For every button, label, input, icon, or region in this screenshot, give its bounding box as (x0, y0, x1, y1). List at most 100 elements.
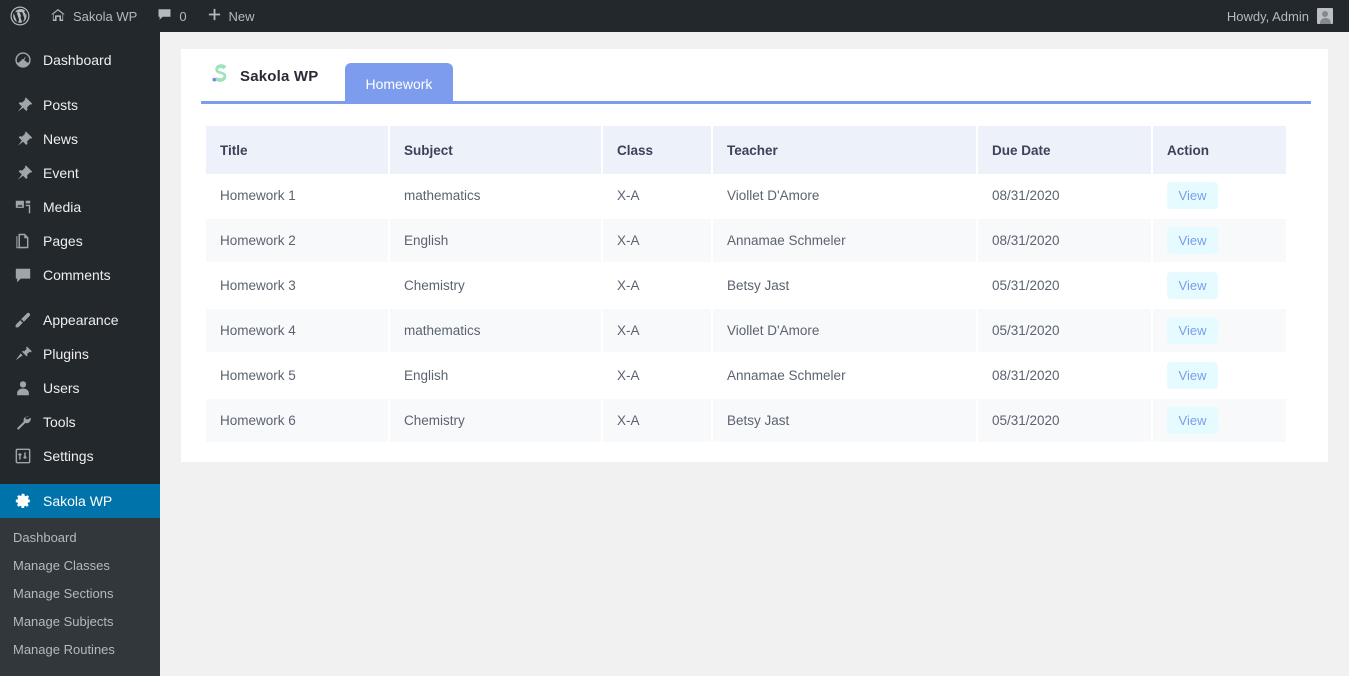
sidebar-item-pages[interactable]: Pages (0, 224, 160, 258)
account-menu[interactable]: Howdy, Admin (1227, 8, 1349, 24)
sidebar-spacer-top (0, 32, 160, 43)
view-button[interactable]: View (1167, 407, 1218, 434)
sidebar-item-plugins[interactable]: Plugins (0, 337, 160, 371)
sidebar-item-news[interactable]: News (0, 122, 160, 156)
sidebar-item-comments[interactable]: Comments (0, 258, 160, 292)
table-row: Homework 1 mathematics X-A Viollet D'Amo… (206, 174, 1286, 218)
tab-bar-underline (201, 101, 1311, 104)
sidebar-item-dashboard[interactable]: Dashboard (0, 43, 160, 77)
tab-bar: Sakola WP Homework (181, 49, 1328, 104)
submenu-item-manage-subjects[interactable]: Manage Subjects (0, 608, 160, 636)
tab-homework[interactable]: Homework (345, 63, 454, 104)
view-button[interactable]: View (1167, 182, 1218, 209)
plug-icon (13, 344, 33, 364)
comments-button[interactable]: 0 (147, 0, 196, 32)
cell-teacher: Viollet D'Amore (712, 308, 977, 353)
cell-title: Homework 4 (206, 308, 389, 353)
comment-bubble-icon (157, 7, 172, 25)
settings-sliders-icon (13, 446, 33, 466)
cell-teacher: Viollet D'Amore (712, 174, 977, 218)
table-row: Homework 3 Chemistry X-A Betsy Jast 05/3… (206, 263, 1286, 308)
cell-title: Homework 3 (206, 263, 389, 308)
admin-sidebar: Dashboard Posts News Event (0, 32, 160, 667)
cell-title: Homework 6 (206, 398, 389, 443)
sidebar-item-label: Users (43, 380, 80, 396)
sidebar-item-users[interactable]: Users (0, 371, 160, 405)
sidebar-item-label: Settings (43, 448, 94, 464)
view-button[interactable]: View (1167, 272, 1218, 299)
sidebar-item-tools[interactable]: Tools (0, 405, 160, 439)
plus-icon (207, 7, 222, 25)
wordpress-logo-icon (10, 6, 30, 26)
cell-subject: mathematics (389, 308, 602, 353)
submenu-item-manage-classes[interactable]: Manage Classes (0, 552, 160, 580)
comments-count: 0 (179, 9, 186, 24)
wrench-icon (13, 412, 33, 432)
howdy-label: Howdy, Admin (1227, 9, 1309, 24)
column-header-class[interactable]: Class (602, 126, 712, 174)
cell-class: X-A (602, 263, 712, 308)
home-icon (50, 7, 66, 26)
column-header-subject[interactable]: Subject (389, 126, 602, 174)
sidebar-item-label: Pages (43, 233, 83, 249)
cell-teacher: Betsy Jast (712, 263, 977, 308)
cell-action: View (1152, 398, 1286, 443)
media-icon (13, 197, 33, 217)
submenu-item-manage-routines[interactable]: Manage Routines (0, 636, 160, 664)
cell-action: View (1152, 308, 1286, 353)
cell-due-date: 08/31/2020 (977, 218, 1152, 263)
pin-icon (13, 129, 33, 149)
submenu-item-manage-sections[interactable]: Manage Sections (0, 580, 160, 608)
site-name-label: Sakola WP (73, 9, 137, 24)
sidebar-item-sakola-wp[interactable]: Sakola WP (0, 484, 160, 518)
sidebar-item-media[interactable]: Media (0, 190, 160, 224)
cell-class: X-A (602, 398, 712, 443)
user-icon (13, 378, 33, 398)
sidebar-item-appearance[interactable]: Appearance (0, 303, 160, 337)
cell-subject: Chemistry (389, 263, 602, 308)
cell-subject: English (389, 353, 602, 398)
table-row: Homework 5 English X-A Annamae Schmeler … (206, 353, 1286, 398)
sakola-wp-submenu: Dashboard Manage Classes Manage Sections… (0, 518, 160, 676)
cell-subject: Chemistry (389, 398, 602, 443)
cell-title: Homework 5 (206, 353, 389, 398)
column-header-action[interactable]: Action (1152, 126, 1286, 174)
cell-teacher: Betsy Jast (712, 398, 977, 443)
sidebar-spacer-2 (0, 292, 160, 303)
new-content-button[interactable]: New (197, 0, 265, 32)
sidebar-item-event[interactable]: Event (0, 156, 160, 190)
cell-action: View (1152, 174, 1286, 218)
view-button[interactable]: View (1167, 317, 1218, 344)
plugin-brand: Sakola WP (201, 49, 345, 104)
submenu-item-dashboard[interactable]: Dashboard (0, 524, 160, 552)
sidebar-item-label: Comments (43, 267, 111, 283)
cell-title: Homework 2 (206, 218, 389, 263)
column-header-due-date[interactable]: Due Date (977, 126, 1152, 174)
table-row: Homework 4 mathematics X-A Viollet D'Amo… (206, 308, 1286, 353)
sidebar-item-label: Sakola WP (43, 493, 112, 509)
view-button[interactable]: View (1167, 227, 1218, 254)
cell-teacher: Annamae Schmeler (712, 218, 977, 263)
homework-table-wrapper: Title Subject Class Teacher Due Date Act… (181, 104, 1328, 444)
sidebar-item-settings[interactable]: Settings (0, 439, 160, 473)
view-button[interactable]: View (1167, 362, 1218, 389)
gear-icon (13, 491, 33, 511)
sidebar-spacer-1 (0, 77, 160, 88)
table-body: Homework 1 mathematics X-A Viollet D'Amo… (206, 174, 1286, 443)
pin-icon (13, 95, 33, 115)
column-header-title[interactable]: Title (206, 126, 389, 174)
tab-label: Homework (366, 76, 433, 92)
wordpress-logo-button[interactable] (0, 0, 40, 32)
new-content-label: New (229, 9, 255, 24)
column-header-teacher[interactable]: Teacher (712, 126, 977, 174)
site-name-button[interactable]: Sakola WP (40, 0, 147, 32)
homework-table: Title Subject Class Teacher Due Date Act… (206, 126, 1286, 444)
cell-class: X-A (602, 218, 712, 263)
sidebar-item-posts[interactable]: Posts (0, 88, 160, 122)
sidebar-item-label: Media (43, 199, 81, 215)
table-row: Homework 2 English X-A Annamae Schmeler … (206, 218, 1286, 263)
cell-subject: mathematics (389, 174, 602, 218)
cell-action: View (1152, 263, 1286, 308)
sidebar-item-label: Appearance (43, 312, 119, 328)
sidebar-item-label: Posts (43, 97, 78, 113)
